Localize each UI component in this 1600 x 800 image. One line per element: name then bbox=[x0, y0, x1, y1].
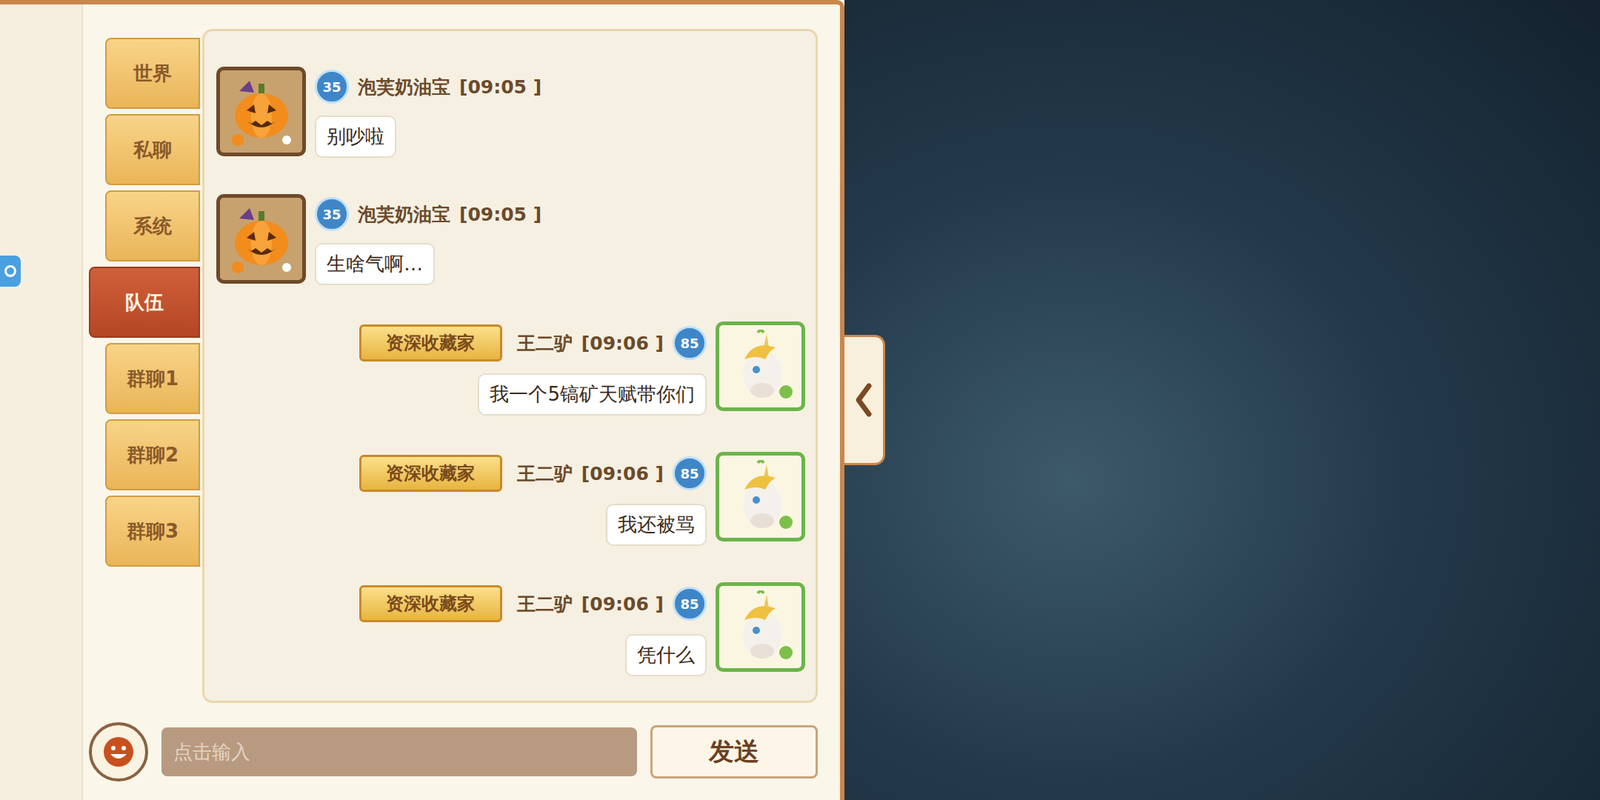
smiley-icon bbox=[100, 733, 138, 771]
title-tag: 资深收藏家 bbox=[359, 324, 503, 362]
title-tag: 资深收藏家 bbox=[359, 454, 503, 492]
level-badge: 85 bbox=[672, 456, 707, 491]
send-button[interactable]: 发送 bbox=[650, 725, 818, 779]
message-bubble: 我还被骂 bbox=[605, 503, 707, 546]
channel-tabs: 世界私聊系统队伍群聊1群聊2群聊3 bbox=[88, 28, 200, 703]
title-tag: 资深收藏家 bbox=[359, 585, 503, 623]
level-badge: 85 bbox=[672, 325, 707, 360]
channel-tab[interactable]: 私聊 bbox=[105, 114, 200, 186]
unicorn-avatar-icon[interactable] bbox=[715, 451, 806, 542]
pumpkin-avatar-icon[interactable] bbox=[216, 66, 306, 157]
channel-tab[interactable]: 世界 bbox=[105, 37, 200, 109]
player-name[interactable]: 泡芙奶油宝 bbox=[357, 74, 451, 100]
chevron-left-icon bbox=[852, 381, 875, 419]
level-badge: 35 bbox=[314, 197, 349, 232]
channel-tab[interactable]: 群聊2 bbox=[105, 419, 200, 491]
input-bar: 发送 bbox=[88, 702, 818, 782]
unicorn-avatar-icon[interactable] bbox=[715, 582, 806, 672]
chat-message: 35 泡芙奶油宝 [09:05 ] 生啥气啊… bbox=[216, 194, 806, 286]
emoji-button[interactable] bbox=[88, 722, 149, 782]
message-list: 35 泡芙奶油宝 [09:05 ] 别吵啦 35 泡芙奶油宝 [09:05 ] 生啥气啊… 资深… bbox=[202, 28, 818, 703]
game-screen: 世界私聊系统队伍群聊1群聊2群聊3 35 泡芙奶油宝 [09:05 ] 别吵啦 35 泡芙奶… bbox=[0, 0, 1600, 800]
level-badge: 85 bbox=[672, 586, 707, 621]
unicorn-avatar-icon[interactable] bbox=[715, 321, 806, 412]
message-bubble: 别吵啦 bbox=[314, 115, 397, 158]
channel-tab[interactable]: 群聊1 bbox=[105, 342, 200, 415]
side-strip bbox=[0, 4, 83, 800]
chat-message: 资深收藏家王二驴 [09:06 ] 85 我还被骂 bbox=[216, 451, 806, 546]
chat-message: 资深收藏家王二驴 [09:06 ] 85 我一个5镐矿天赋带你们 bbox=[216, 321, 806, 416]
message-time: [09:05 ] bbox=[459, 76, 542, 98]
player-name[interactable]: 王二驴 bbox=[517, 591, 573, 617]
message-time: [09:06 ] bbox=[581, 332, 664, 355]
player-name[interactable]: 王二驴 bbox=[517, 331, 573, 356]
chat-message: 资深收藏家王二驴 [09:06 ] 85 凭什么 bbox=[216, 582, 806, 677]
message-bubble: 凭什么 bbox=[625, 634, 707, 677]
message-time: [09:05 ] bbox=[459, 203, 542, 226]
message-bubble: 我一个5镐矿天赋带你们 bbox=[477, 373, 707, 416]
message-time: [09:06 ] bbox=[581, 462, 664, 485]
game-scene bbox=[844, 0, 1600, 800]
chat-panel: 世界私聊系统队伍群聊1群聊2群聊3 35 泡芙奶油宝 [09:05 ] 别吵啦 35 泡芙奶… bbox=[0, 0, 845, 800]
pumpkin-avatar-icon[interactable] bbox=[216, 194, 306, 284]
player-name[interactable]: 泡芙奶油宝 bbox=[357, 202, 451, 227]
pin-icon[interactable] bbox=[0, 255, 21, 287]
player-name[interactable]: 王二驴 bbox=[517, 461, 573, 486]
channel-tab[interactable]: 系统 bbox=[105, 190, 200, 262]
message-bubble: 生啥气啊… bbox=[314, 242, 435, 286]
collapse-button[interactable] bbox=[844, 334, 886, 466]
message-input[interactable] bbox=[161, 727, 638, 777]
message-time: [09:06 ] bbox=[581, 593, 664, 615]
channel-tab[interactable]: 群聊3 bbox=[105, 495, 200, 567]
channel-tab[interactable]: 队伍 bbox=[88, 266, 200, 338]
chat-message: 35 泡芙奶油宝 [09:05 ] 别吵啦 bbox=[216, 66, 806, 158]
level-badge: 35 bbox=[314, 69, 349, 104]
chat-main: 世界私聊系统队伍群聊1群聊2群聊3 35 泡芙奶油宝 [09:05 ] 别吵啦 35 泡芙奶… bbox=[82, 4, 840, 800]
